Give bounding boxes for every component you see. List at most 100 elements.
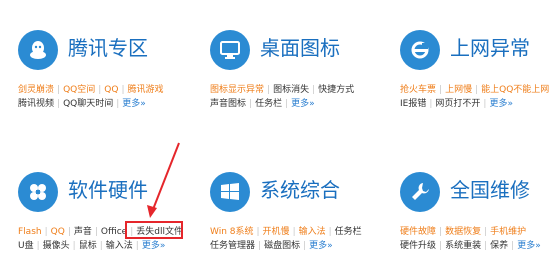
- topic-link[interactable]: 任务栏: [255, 99, 282, 109]
- topic-link[interactable]: QQ空间: [63, 85, 95, 95]
- topic-link[interactable]: 腾讯游戏: [128, 85, 164, 95]
- separator: |: [439, 85, 443, 95]
- link-row: 声音图标 | 任务栏 | 更多»: [210, 98, 315, 110]
- separator: |: [249, 99, 253, 109]
- topic-link[interactable]: 图标消失: [273, 85, 309, 95]
- topic-link[interactable]: 手机维护: [490, 227, 526, 237]
- topic-link[interactable]: Win 8系统: [210, 227, 254, 237]
- link-row: IE报错 | 网页打不开 | 更多»: [400, 98, 513, 110]
- separator: |: [475, 85, 479, 95]
- category-header[interactable]: 全国维修: [400, 172, 558, 212]
- separator: |: [121, 85, 125, 95]
- topic-link[interactable]: 摄像头: [43, 241, 70, 251]
- separator: |: [511, 241, 515, 251]
- link-row: 腾讯视频 | QQ聊天时间 | 更多»: [18, 98, 146, 110]
- topic-link[interactable]: 图标显示异常: [210, 85, 264, 95]
- category-title[interactable]: 系统综合: [260, 176, 340, 204]
- separator: |: [258, 241, 262, 251]
- topic-link[interactable]: Flash: [18, 227, 42, 237]
- topic-link[interactable]: 上网慢: [445, 85, 472, 95]
- topic-link[interactable]: 腾讯视频: [18, 99, 54, 109]
- category-header[interactable]: 上网异常: [400, 30, 558, 70]
- more-link[interactable]: 更多»: [517, 241, 541, 251]
- topic-link[interactable]: 输入法: [106, 241, 133, 251]
- topic-link[interactable]: QQ: [104, 85, 118, 95]
- usb-icon[interactable]: [18, 172, 58, 212]
- link-row: 图标显示异常 | 图标消失 | 快捷方式: [210, 84, 354, 96]
- topic-link[interactable]: 剑灵崩溃: [18, 85, 54, 95]
- topic-link[interactable]: 鼠标: [79, 241, 97, 251]
- category-title[interactable]: 桌面图标: [260, 34, 340, 62]
- separator: |: [130, 227, 134, 237]
- separator: |: [44, 227, 48, 237]
- topic-link[interactable]: 硬件升级: [400, 241, 436, 251]
- separator: |: [484, 241, 488, 251]
- separator: |: [116, 99, 120, 109]
- separator: |: [98, 85, 102, 95]
- link-row: 硬件故障 | 数据恢复 | 手机维护: [400, 226, 526, 238]
- monitor-icon[interactable]: [210, 30, 250, 70]
- separator: |: [439, 227, 443, 237]
- topic-link[interactable]: 抢火车票: [400, 85, 436, 95]
- separator: |: [285, 99, 289, 109]
- topic-link[interactable]: 开机慢: [263, 227, 290, 237]
- more-link[interactable]: 更多»: [142, 241, 166, 251]
- separator: |: [292, 227, 296, 237]
- link-row: U盘 | 摄像头 | 鼠标 | 输入法 | 更多»: [18, 240, 165, 252]
- category-title[interactable]: 腾讯专区: [68, 34, 148, 62]
- separator: |: [57, 85, 61, 95]
- windows-logo-icon[interactable]: [210, 172, 250, 212]
- link-row: 剑灵崩溃 | QQ空间 | QQ | 腾讯游戏: [18, 84, 164, 96]
- topic-link[interactable]: 能上QQ不能上网: [481, 85, 549, 95]
- ie-browser-icon[interactable]: [400, 30, 440, 70]
- link-row: Flash | QQ | 声音 | Office | 丢失dll文件: [18, 226, 183, 238]
- category-title[interactable]: 全国维修: [450, 176, 530, 204]
- topic-link[interactable]: QQ聊天时间: [63, 99, 113, 109]
- link-row: 任务管理器 | 磁盘图标 | 更多»: [210, 240, 333, 252]
- category-header[interactable]: 系统综合: [210, 172, 388, 212]
- separator: |: [267, 85, 271, 95]
- topic-link[interactable]: 保养: [490, 241, 508, 251]
- more-link[interactable]: 更多»: [489, 99, 513, 109]
- separator: |: [99, 241, 103, 251]
- link-row: 硬件升级 | 系统重装 | 保养 | 更多»: [400, 240, 541, 252]
- separator: |: [135, 241, 139, 251]
- topic-link[interactable]: 磁盘图标: [264, 241, 300, 251]
- topic-link[interactable]: 任务管理器: [210, 241, 255, 251]
- topic-link[interactable]: 声音图标: [210, 99, 246, 109]
- separator: |: [67, 227, 71, 237]
- topic-link[interactable]: 系统重装: [445, 241, 481, 251]
- topic-link[interactable]: 丢失dll文件: [136, 227, 183, 237]
- category-title[interactable]: 软件硬件: [68, 176, 148, 204]
- category-header[interactable]: 桌面图标: [210, 30, 388, 70]
- topic-link[interactable]: 输入法: [299, 227, 326, 237]
- topic-link[interactable]: U盘: [18, 241, 34, 251]
- topic-link[interactable]: 硬件故障: [400, 227, 436, 237]
- more-link[interactable]: 更多»: [122, 99, 146, 109]
- topic-link[interactable]: 快捷方式: [318, 85, 354, 95]
- topic-link[interactable]: Office: [101, 227, 127, 237]
- topic-link[interactable]: IE报错: [400, 99, 426, 109]
- separator: |: [72, 241, 76, 251]
- separator: |: [256, 227, 260, 237]
- separator: |: [484, 227, 488, 237]
- category-header[interactable]: 腾讯专区: [18, 30, 196, 70]
- more-link[interactable]: 更多»: [309, 241, 333, 251]
- topic-link[interactable]: 数据恢复: [445, 227, 481, 237]
- topic-link[interactable]: QQ: [51, 227, 65, 237]
- wrench-icon[interactable]: [400, 172, 440, 212]
- topic-link[interactable]: 任务栏: [335, 227, 362, 237]
- topic-link[interactable]: 网页打不开: [435, 99, 480, 109]
- link-row: Win 8系统 | 开机慢 | 输入法 | 任务栏: [210, 226, 362, 238]
- link-row: 抢火车票 | 上网慢 | 能上QQ不能上网: [400, 84, 549, 96]
- category-header[interactable]: 软件硬件: [18, 172, 196, 212]
- qq-penguin-icon[interactable]: [18, 30, 58, 70]
- separator: |: [57, 99, 61, 109]
- separator: |: [328, 227, 332, 237]
- separator: |: [439, 241, 443, 251]
- more-link[interactable]: 更多»: [291, 99, 315, 109]
- separator: |: [303, 241, 307, 251]
- separator: |: [312, 85, 316, 95]
- topic-link[interactable]: 声音: [74, 227, 92, 237]
- category-title[interactable]: 上网异常: [450, 34, 530, 62]
